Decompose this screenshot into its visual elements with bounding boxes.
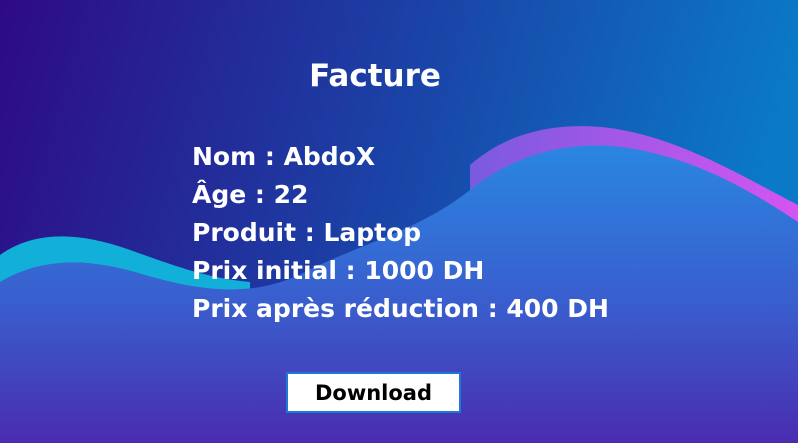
field-value: 1000 DH bbox=[364, 256, 485, 285]
field-label: Prix après réduction bbox=[192, 294, 479, 323]
invoice-line-initial-price: Prix initial : 1000 DH bbox=[192, 256, 485, 285]
field-value: 400 DH bbox=[506, 294, 609, 323]
field-label: Produit bbox=[192, 218, 297, 247]
invoice-line-age: Âge : 22 bbox=[192, 180, 309, 209]
field-value: AbdoX bbox=[283, 142, 376, 171]
page-title: Facture bbox=[309, 58, 441, 94]
invoice-details: Nom : AbdoX Âge : 22 Produit : Laptop Pr… bbox=[192, 138, 609, 328]
invoice-line-product: Produit : Laptop bbox=[192, 218, 422, 247]
invoice-line-name: Nom : AbdoX bbox=[192, 142, 376, 171]
field-label: Prix initial bbox=[192, 256, 337, 285]
field-label: Âge bbox=[192, 180, 247, 209]
field-value: Laptop bbox=[323, 218, 422, 247]
field-label: Nom bbox=[192, 142, 257, 171]
field-value: 22 bbox=[273, 180, 309, 209]
download-button[interactable]: Download bbox=[286, 372, 461, 413]
invoice-line-discounted-price: Prix après réduction : 400 DH bbox=[192, 294, 609, 323]
